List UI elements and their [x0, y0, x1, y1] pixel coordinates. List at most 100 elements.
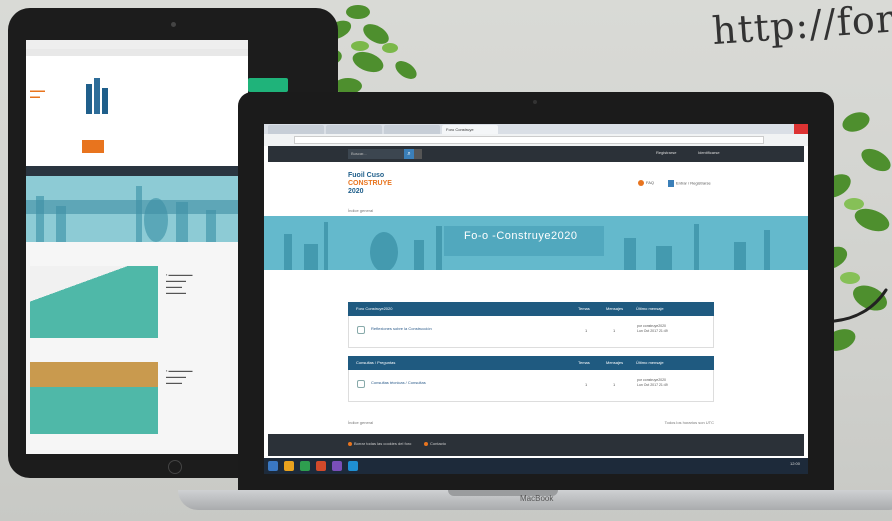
tablet-card-1: ▪ ▬▬▬▬▬▬ ▬▬▬▬▬ ▬▬▬▬ ▬▬▬▬▬: [26, 262, 248, 342]
tablet-nav-active-button[interactable]: [82, 140, 104, 153]
tablet-camera: [171, 22, 176, 27]
register-link-label: Registrarse: [656, 150, 677, 155]
last-post-date: Lun Oct 2017 21:49: [637, 329, 668, 333]
taskbar-app-icon[interactable]: [300, 461, 310, 471]
browser-tab[interactable]: [384, 125, 440, 134]
laptop-brand-label: MacBook: [520, 494, 554, 503]
tablet-logo-text: ▬▬▬ ▬▬: [30, 88, 45, 100]
col-posts: Mensajes: [606, 360, 624, 365]
col-last-post: Último mensaje: [636, 306, 664, 311]
section-2-heading[interactable]: Consultas / Preguntas: [356, 360, 395, 365]
banner-title: Fo-o -Construye2020: [464, 230, 578, 242]
forum-banner: Fo-o -Construye2020: [264, 216, 808, 270]
forum-footer-row: Índice general Todos los horarios son UT…: [348, 420, 714, 430]
browser-address-bar: [264, 134, 808, 146]
address-field[interactable]: [294, 136, 764, 144]
section-1-heading[interactable]: Foro Construye2020: [356, 306, 392, 311]
taskbar-app-icon[interactable]: [348, 461, 358, 471]
posts-count: 1: [613, 328, 616, 333]
browser-tab[interactable]: [268, 125, 324, 134]
col-topics: Temas: [578, 306, 590, 311]
table-row[interactable]: Reflexiones sobre la Construcción 1 1 po…: [348, 316, 714, 348]
topics-count: 1: [585, 382, 588, 387]
taskbar-app-icon[interactable]: [284, 461, 294, 471]
last-post-info: por construye2020 Lun Oct 2017 21:49: [637, 378, 668, 388]
forum-logo-line-1: Fuoil Cuso: [348, 172, 385, 179]
product-mockup-scene: http://foro ▬▬▬ ▬▬ ▪ ▬▬▬▬▬▬ ▬▬▬▬▬ ▬▬▬▬ ▬…: [0, 0, 892, 521]
topics-count: 1: [585, 328, 588, 333]
tablet-banner: [26, 176, 248, 242]
search-options-button[interactable]: [414, 149, 422, 159]
section-1-header: Foro Construye2020 Temas Mensajes Último…: [348, 302, 714, 316]
start-button-icon[interactable]: [268, 461, 278, 471]
tablet-card-2-image[interactable]: [30, 362, 158, 434]
search-input[interactable]: Buscar...: [348, 149, 404, 159]
tablet-building-logo-icon: [86, 78, 108, 114]
tablet-home-button[interactable]: [168, 460, 182, 474]
laptop-camera: [533, 100, 537, 104]
tablet-card-2-text: ▪ ▬▬▬▬▬▬ ▬▬▬▬▬ ▬▬▬▬: [166, 368, 193, 385]
laptop-device: Foro Construye Buscar... ⌕ Registrarse I…: [238, 92, 834, 492]
footer-breadcrumb[interactable]: Índice general: [348, 420, 373, 425]
register-link[interactable]: Registrarse: [656, 150, 676, 155]
document-icon: [668, 180, 674, 187]
tablet-green-button[interactable]: [248, 78, 288, 92]
section-2-header: Consultas / Preguntas Temas Mensajes Últ…: [348, 356, 714, 370]
col-topics: Temas: [578, 360, 590, 365]
search-button[interactable]: ⌕: [404, 149, 414, 159]
banner-skyline-icon: [264, 216, 808, 270]
browser-tab-active[interactable]: Foro Construye: [442, 125, 498, 134]
taskbar-app-icon[interactable]: [316, 461, 326, 471]
laptop-screen: Foro Construye Buscar... ⌕ Registrarse I…: [264, 124, 808, 474]
forum-section-2: Consultas / Preguntas Temas Mensajes Últ…: [348, 356, 714, 402]
taskbar-clock: 12:00: [789, 461, 800, 466]
timezone-note: Todos los horarios son UTC: [664, 420, 714, 425]
faq-link[interactable]: FAQ: [638, 180, 654, 186]
browser-tab-strip: Foro Construye: [264, 124, 808, 134]
cookie-icon: [348, 441, 352, 446]
forum-logo-line-3: 2020: [348, 188, 364, 195]
faq-icon: [638, 180, 644, 186]
col-last-post: Último mensaje: [636, 360, 664, 365]
forum-icon: [357, 380, 365, 388]
delete-cookies-label: Borrar todas las cookies del foro: [354, 441, 412, 446]
tablet-site-header: ▬▬▬ ▬▬: [26, 56, 248, 126]
browser-tab[interactable]: [326, 125, 382, 134]
tablet-card-2: ▪ ▬▬▬▬▬▬ ▬▬▬▬▬ ▬▬▬▬: [26, 358, 248, 448]
contact-link[interactable]: Contacto: [424, 441, 446, 446]
table-row[interactable]: Consultas técnicas / Consultas 1 1 por c…: [348, 370, 714, 402]
tablet-dark-bar: [26, 166, 248, 176]
forum-footer: Borrar todas las cookies del foro Contac…: [268, 434, 804, 456]
forum-header: Fuoil Cuso CONSTRUYE 2020 FAQ Entrar / R…: [264, 162, 808, 206]
forum-icon: [357, 326, 365, 334]
tablet-card-1-text: ▪ ▬▬▬▬▬▬ ▬▬▬▬▬ ▬▬▬▬ ▬▬▬▬▬: [166, 272, 193, 295]
contact-label: Contacto: [430, 441, 447, 446]
tablet-skyline-icon: [26, 176, 248, 242]
faq-link-label: FAQ: [646, 180, 655, 186]
forum-top-bar: Buscar... ⌕ Registrarse Identificarse: [268, 146, 804, 162]
login-register-label: Entrar / Registrarse: [676, 180, 711, 186]
login-link[interactable]: Identificarse: [698, 150, 720, 155]
breadcrumb[interactable]: Índice general: [264, 206, 808, 216]
forum-logo-line-2: CONSTRUYE: [348, 180, 392, 187]
delete-cookies-link[interactable]: Borrar todas las cookies del foro: [348, 441, 411, 446]
tablet-screen: ▬▬▬ ▬▬ ▪ ▬▬▬▬▬▬ ▬▬▬▬▬ ▬▬▬▬ ▬▬▬▬▬ ▪ ▬▬▬▬▬…: [26, 40, 248, 454]
window-close-button[interactable]: [794, 124, 808, 134]
forum-title-link[interactable]: Reflexiones sobre la Construcción: [371, 326, 432, 331]
login-register-link[interactable]: Entrar / Registrarse: [668, 180, 711, 187]
tablet-status-bar: [26, 40, 248, 49]
forum-section-1: Foro Construye2020 Temas Mensajes Último…: [348, 302, 714, 348]
login-link-label: Identificarse: [698, 150, 720, 155]
tablet-url-bar: [26, 49, 248, 56]
posts-count: 1: [613, 382, 616, 387]
col-posts: Mensajes: [606, 306, 624, 311]
last-post-date: Lun Oct 2017 21:49: [637, 383, 668, 387]
os-taskbar: 12:00: [264, 458, 808, 474]
taskbar-app-icon[interactable]: [332, 461, 342, 471]
contact-icon: [424, 441, 428, 446]
handwritten-url: http://foro: [710, 0, 892, 54]
last-post-info: por construye2020 Lun Oct 2017 21:49: [637, 324, 668, 334]
tablet-card-1-image[interactable]: [30, 266, 158, 338]
tablet-nav: [26, 126, 248, 166]
forum-title-link[interactable]: Consultas técnicas / Consultas: [371, 380, 426, 385]
